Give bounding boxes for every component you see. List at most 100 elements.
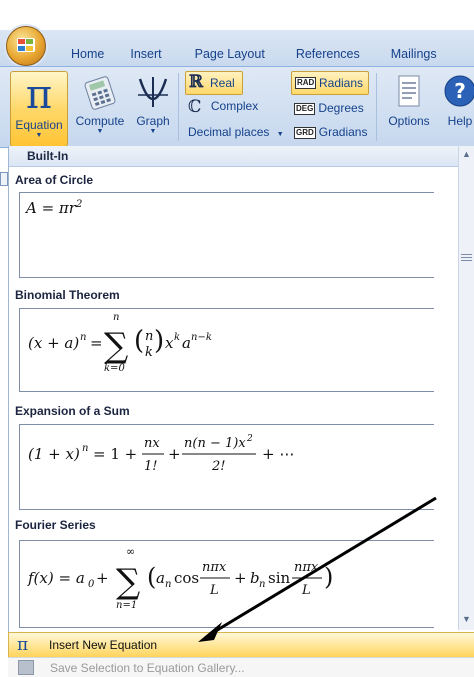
insert-new-equation-item[interactable]: π Insert New Equation xyxy=(8,632,474,658)
scroll-down-icon[interactable]: ▼ xyxy=(462,614,471,624)
svg-text:+: + xyxy=(96,569,109,587)
complex-label: Complex xyxy=(210,99,259,114)
svg-text:2!: 2! xyxy=(211,459,226,474)
ribbon-separator xyxy=(178,73,179,141)
office-button[interactable] xyxy=(6,26,46,66)
equation-label: Equation xyxy=(15,118,63,132)
svg-text:cos: cos xyxy=(174,569,199,587)
options-icon xyxy=(398,75,420,107)
svg-text:L: L xyxy=(301,583,311,598)
svg-text:n(n − 1)x: n(n − 1)x xyxy=(184,436,246,451)
rad-tag: RAD xyxy=(295,77,317,89)
svg-text:n: n xyxy=(259,579,265,590)
calculator-icon xyxy=(84,76,116,110)
tab-insert[interactable]: Insert xyxy=(117,44,174,64)
real-label: Real xyxy=(210,76,235,90)
decimal-places-dropdown[interactable]: Decimal places ▼ xyxy=(188,125,284,139)
ribbon: π Equation ▼ Compute ▼ Graph ▼ ℝ Real ℂ … xyxy=(0,66,474,148)
gallery-scrollbar[interactable]: ▲ ▼ xyxy=(458,146,474,630)
svg-text:L: L xyxy=(209,583,219,598)
chevron-down-icon: ▼ xyxy=(149,128,157,135)
svg-text:0: 0 xyxy=(88,579,95,590)
document-edge-marker xyxy=(0,172,8,186)
help-button[interactable]: ? Help xyxy=(440,73,474,128)
complex-button[interactable]: ℂ Complex xyxy=(188,97,258,117)
ribbon-separator xyxy=(376,73,377,141)
svg-text:n: n xyxy=(113,312,119,323)
equation-preview: (x + a) n = n ∑ k=0 ( n k ) x k a n−k xyxy=(28,312,212,374)
tab-mailings[interactable]: Mailings xyxy=(373,44,450,64)
radians-label: Radians xyxy=(319,76,364,90)
gradians-label: Gradians xyxy=(318,125,368,139)
equation-item-area-of-circle[interactable]: A = πr2 xyxy=(19,192,434,278)
degrees-button[interactable]: DEG Degrees xyxy=(294,101,364,115)
svg-text:n−k: n−k xyxy=(191,332,212,343)
svg-text:+: + xyxy=(168,445,181,463)
svg-text:a: a xyxy=(182,334,191,352)
svg-text:1!: 1! xyxy=(144,459,158,474)
svg-text:(: ( xyxy=(147,563,156,591)
svg-text:(1 + x): (1 + x) xyxy=(28,445,80,463)
gallery-category-label: Built-In xyxy=(27,149,69,163)
svg-text:nπx: nπx xyxy=(202,560,227,575)
gallery-header: Built-In xyxy=(9,146,459,167)
svg-text:2: 2 xyxy=(246,434,253,444)
svg-text:k: k xyxy=(145,345,153,360)
section-title-fourier-series: Fourier Series xyxy=(15,518,96,532)
equation-preview: f(x) = a 0 + ∞ ∑ n=1 ( a n cos nπx L + b… xyxy=(27,545,333,611)
radians-button[interactable]: RAD Radians xyxy=(291,71,369,95)
real-numbers-icon: ℝ xyxy=(189,72,204,92)
svg-text:+: + xyxy=(234,569,247,587)
pi-icon: π xyxy=(17,635,29,655)
chevron-down-icon: ▼ xyxy=(35,132,43,139)
save-selection-label: Save Selection to Equation Gallery... xyxy=(50,661,245,675)
equation-gallery: Built-In Area of Circle A = πr2 Binomial… xyxy=(8,146,467,676)
deg-tag: DEG xyxy=(294,102,316,115)
svg-text:k=0: k=0 xyxy=(104,363,125,374)
equation-item-expansion-of-a-sum[interactable]: (1 + x) n = 1 + nx 1! + n(n − 1)x 2 2! +… xyxy=(19,424,434,510)
svg-text:∞: ∞ xyxy=(126,545,135,558)
equation-item-fourier-series[interactable]: f(x) = a 0 + ∞ ∑ n=1 ( a n cos nπx L + b… xyxy=(19,540,434,628)
scroll-up-icon[interactable]: ▲ xyxy=(462,149,471,159)
svg-text:n: n xyxy=(82,443,88,454)
pi-icon: π xyxy=(25,72,53,118)
svg-text:x: x xyxy=(165,334,174,352)
chevron-down-icon: ▼ xyxy=(96,128,104,135)
decimal-places-label: Decimal places xyxy=(188,125,270,139)
tab-references[interactable]: References xyxy=(278,44,373,64)
graph-icon xyxy=(138,77,168,107)
options-label: Options xyxy=(388,114,430,128)
graph-button[interactable]: Graph ▼ xyxy=(133,73,173,136)
svg-text:n: n xyxy=(80,332,86,343)
gradians-button[interactable]: GRD Gradians xyxy=(294,125,367,139)
svg-text:?: ? xyxy=(454,79,466,103)
svg-text:a: a xyxy=(156,569,165,587)
grd-tag: GRD xyxy=(294,126,316,139)
tab-page-layout[interactable]: Page Layout xyxy=(175,44,278,64)
svg-text:nx: nx xyxy=(144,436,160,451)
insert-new-equation-label: Insert New Equation xyxy=(49,638,158,652)
equation-item-binomial-theorem[interactable]: (x + a) n = n ∑ k=0 ( n k ) x k a n−k xyxy=(19,308,434,392)
help-label: Help xyxy=(447,114,473,128)
scroll-thumb[interactable] xyxy=(461,254,472,262)
complex-numbers-icon: ℂ xyxy=(188,97,202,117)
graph-label: Graph xyxy=(136,114,170,128)
compute-button[interactable]: Compute ▼ xyxy=(71,73,129,136)
svg-text:k: k xyxy=(174,332,180,343)
chevron-down-icon: ▼ xyxy=(276,131,284,138)
svg-text:n: n xyxy=(165,579,171,590)
equation-preview: A = πr2 xyxy=(26,199,83,217)
tab-home[interactable]: Home xyxy=(58,44,117,64)
equation-button[interactable]: π Equation ▼ xyxy=(10,71,68,147)
svg-text:∑: ∑ xyxy=(104,326,128,366)
svg-text:): ) xyxy=(324,563,333,591)
save-disk-icon xyxy=(18,660,34,675)
equation-preview: (1 + x) n = 1 + nx 1! + n(n − 1)x 2 2! +… xyxy=(28,434,294,474)
degrees-label: Degrees xyxy=(318,101,364,115)
svg-text:sin: sin xyxy=(268,569,290,587)
ribbon-tabs: Home Insert Page Layout References Maili… xyxy=(58,44,450,64)
svg-text:(: ( xyxy=(134,326,144,356)
real-button[interactable]: ℝ Real xyxy=(185,71,243,95)
svg-text:nπx: nπx xyxy=(294,560,319,575)
options-button[interactable]: Options xyxy=(384,73,434,128)
